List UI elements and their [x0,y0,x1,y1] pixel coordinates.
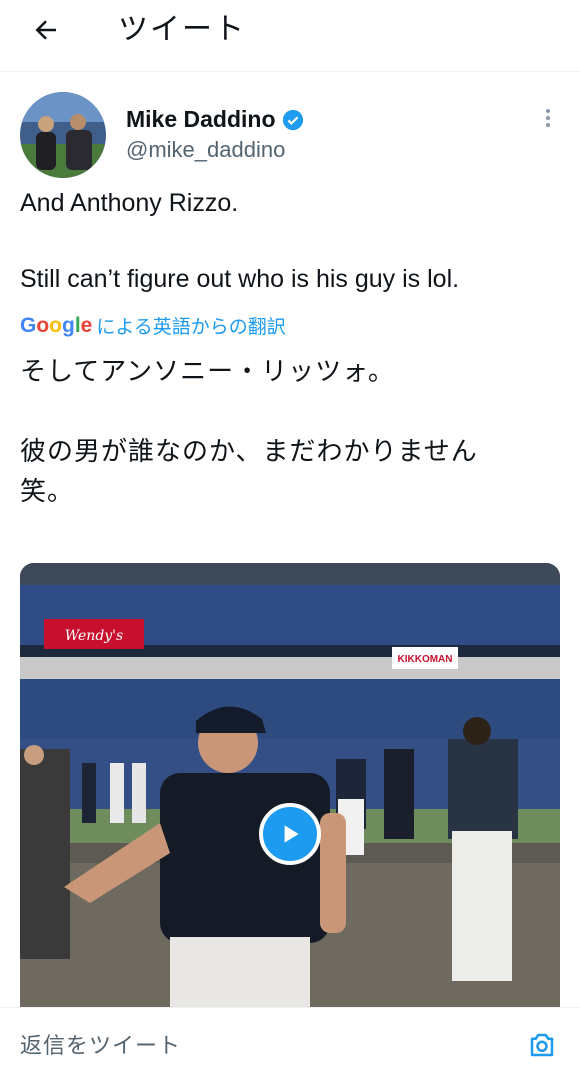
top-app-bar: ツイート [0,0,580,72]
video-thumbnail: Wendy's KIKKOMAN [20,563,560,1007]
wendys-banner: Wendy's [65,628,123,644]
play-button[interactable] [259,803,321,865]
translated-line-2: 彼の男が誰なのか、まだわかりません [20,437,478,467]
play-icon [284,825,299,843]
arrow-left-icon [35,20,56,40]
camera-icon[interactable] [526,1030,558,1060]
translated-line-3: 笑。 [20,477,75,507]
tweet-line-1: And Anthony Rizzo. [20,189,239,217]
tweet-author: Mike Daddino @mike_daddino [20,92,560,182]
translated-line-1: そしてアンソニー・リッツォ。 [20,357,395,387]
reply-input[interactable]: 返信をツイート [20,1028,181,1060]
tweet-line-2: Still can’t figure out who is his guy is… [20,265,460,293]
video-media[interactable]: Wendy's KIKKOMAN [20,563,560,1007]
tweet-text: And Anthony Rizzo. Still can’t figure ou… [20,184,560,298]
avatar[interactable] [20,92,106,178]
page-title: ツイート [118,12,246,47]
more-options-icon[interactable] [540,106,556,136]
translated-text: そしてアンソニー・リッツォ。 彼の男が誰なのか、まだわかりません 笑。 [20,352,560,512]
display-name-text: Mike Daddino [126,106,276,132]
translation-attribution[interactable]: Google による英語からの翻訳 [20,312,286,339]
translation-label: による英語からの翻訳 [96,316,286,338]
display-name[interactable]: Mike Daddino [126,106,304,133]
verified-badge-icon [282,109,303,130]
reply-composer[interactable]: 返信をツイート [0,1007,580,1075]
kikkoman-banner: KIKKOMAN [398,654,453,665]
user-handle[interactable]: @mike_daddino [126,137,304,163]
google-logo: Google [20,313,93,337]
back-button[interactable] [22,10,70,50]
